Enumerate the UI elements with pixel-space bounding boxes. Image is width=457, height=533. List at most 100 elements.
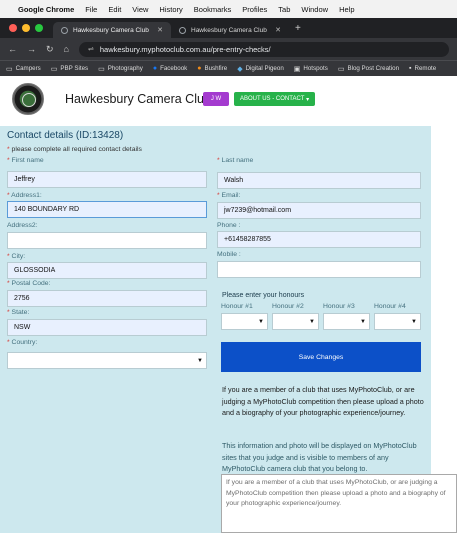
chevron-down-icon: ▼: [258, 319, 264, 325]
bookmark-blog-post-creation[interactable]: ▭ Blog Post Creation: [338, 65, 399, 73]
menu-view[interactable]: View: [132, 5, 148, 14]
club-logo-icon[interactable]: [12, 83, 44, 115]
browser-toolbar: ← → ↻ ⌂ ⇌ hawkesbury.myphotoclub.com.au/…: [0, 38, 457, 60]
menu-file[interactable]: File: [85, 5, 97, 14]
last-name-field[interactable]: Walsh: [217, 172, 421, 189]
required-asterisk: *: [7, 146, 10, 153]
first-name-field[interactable]: Jeffrey: [7, 171, 207, 188]
folder-icon: ▭: [50, 65, 58, 73]
bookmark-label: Remote: [414, 65, 437, 72]
address2-field[interactable]: [7, 232, 207, 249]
url-bar[interactable]: ⇌ hawkesbury.myphotoclub.com.au/pre-entr…: [78, 41, 449, 57]
required-asterisk: *: [7, 309, 10, 316]
email-field[interactable]: jw7239@hotmail.com: [217, 202, 421, 219]
chevron-down-icon: ▼: [360, 319, 366, 325]
first-name-label: * First name: [7, 157, 44, 164]
bookmark-label: Blog Post Creation: [347, 65, 400, 72]
menu-profiles[interactable]: Profiles: [242, 5, 267, 14]
bookmark-pbp-sites[interactable]: ▭ PBP Sites: [51, 65, 88, 73]
address1-label-text: Address1:: [11, 192, 42, 199]
menu-bookmarks[interactable]: Bookmarks: [194, 5, 232, 14]
bookmark-bushfire[interactable]: ● Bushfire: [197, 65, 227, 72]
form-hint: * please complete all required contact d…: [7, 146, 142, 153]
info-paragraph-upload: If you are a member of a club that uses …: [222, 385, 424, 417]
remote-icon: ▪: [409, 65, 412, 72]
required-asterisk: *: [7, 253, 10, 260]
country-label-text: Country:: [11, 339, 38, 346]
facebook-icon: ●: [152, 65, 158, 72]
honour-4-label: Honour #4: [374, 303, 406, 310]
required-asterisk: *: [7, 192, 10, 199]
info-paragraph-visibility: This information and photo will be displ…: [222, 441, 417, 473]
bushfire-icon: ●: [197, 65, 202, 72]
minimize-window-icon[interactable]: [22, 24, 30, 32]
hotspots-icon: ▣: [293, 65, 301, 73]
required-asterisk: *: [217, 192, 220, 199]
required-asterisk: *: [7, 339, 10, 346]
bookmark-label: Facebook: [160, 65, 188, 72]
bookmark-photography[interactable]: ▭ Photography: [98, 65, 143, 73]
address1-field[interactable]: 140 BOUNDARY RD: [7, 201, 207, 218]
site-title: Hawkesbury Camera Club: [65, 92, 211, 106]
reload-icon[interactable]: ↻: [46, 44, 54, 55]
city-field[interactable]: GLOSSODIA: [7, 262, 207, 279]
email-label-text: Email:: [221, 192, 241, 199]
menu-history[interactable]: History: [159, 5, 182, 14]
macos-menubar: Google Chrome File Edit View History Boo…: [0, 0, 457, 18]
bookmark-hotspots[interactable]: ▣ Hotspots: [294, 65, 328, 73]
menu-tab[interactable]: Tab: [278, 5, 290, 14]
site-info-icon[interactable]: ⇌: [88, 45, 94, 53]
tab-label: Hawkesbury Camera Club: [191, 26, 267, 34]
new-tab-plus-icon[interactable]: +: [295, 23, 301, 34]
bookmark-label: Digital Pigeon: [245, 65, 284, 72]
state-field[interactable]: NSW: [7, 319, 207, 336]
menu-app-name[interactable]: Google Chrome: [18, 5, 74, 14]
bookmark-label: PBP Sites: [60, 65, 89, 72]
chevron-down-icon: ▼: [411, 319, 417, 325]
close-window-icon[interactable]: [9, 24, 17, 32]
mobile-label: Mobile :: [217, 251, 241, 258]
state-label-text: State:: [11, 309, 30, 316]
save-changes-button[interactable]: Save Changes: [221, 342, 421, 372]
tab-hawkesbury-2[interactable]: Hawkesbury Camera Club ✕: [171, 22, 289, 38]
menu-help[interactable]: Help: [339, 5, 354, 14]
state-label: * State:: [7, 309, 29, 316]
required-asterisk: *: [217, 157, 220, 164]
home-icon[interactable]: ⌂: [64, 44, 69, 54]
biography-textarea[interactable]: If you are a member of a club that uses …: [221, 474, 457, 533]
zoom-window-icon[interactable]: [35, 24, 43, 32]
back-arrow-icon[interactable]: ←: [8, 44, 17, 54]
country-label: * Country:: [7, 339, 37, 346]
last-name-label: * Last name: [217, 157, 253, 164]
window-controls: [9, 24, 43, 32]
tab-close-icon[interactable]: ✕: [157, 26, 163, 34]
tab-hawkesbury-1[interactable]: Hawkesbury Camera Club ✕: [53, 22, 171, 38]
mobile-field[interactable]: [217, 261, 421, 278]
postal-code-label-text: Postal Code:: [11, 280, 51, 287]
phone-field[interactable]: +61458287855: [217, 231, 421, 248]
url-text: hawkesbury.myphotoclub.com.au/pre-entry-…: [99, 44, 271, 54]
menu-edit[interactable]: Edit: [108, 5, 121, 14]
user-badge[interactable]: J W: [203, 92, 229, 106]
bookmark-facebook[interactable]: ● Facebook: [153, 65, 187, 72]
bookmark-digital-pigeon[interactable]: ◆ Digital Pigeon: [237, 65, 284, 73]
honour-2-select[interactable]: ▼: [272, 313, 319, 330]
menu-window[interactable]: Window: [301, 5, 328, 14]
first-name-label-text: First name: [11, 157, 44, 164]
honour-4-select[interactable]: ▼: [374, 313, 421, 330]
honour-3-select[interactable]: ▼: [323, 313, 370, 330]
bookmark-remote[interactable]: ▪ Remote: [409, 65, 436, 72]
postal-code-field[interactable]: 2756: [7, 290, 207, 307]
bookmark-label: Bushfire: [204, 65, 228, 72]
bookmark-campers[interactable]: ▭ Campers: [6, 65, 41, 73]
honour-1-label: Honour #1: [221, 303, 253, 310]
tab-favicon-icon: [61, 26, 68, 34]
about-contact-button[interactable]: ABOUT US - CONTACT ▾: [234, 92, 316, 106]
honour-1-select[interactable]: ▼: [221, 313, 268, 330]
folder-icon: ▭: [6, 65, 13, 73]
country-select[interactable]: ▼: [7, 352, 207, 369]
forward-arrow-icon[interactable]: →: [27, 44, 36, 54]
tab-close-icon[interactable]: ✕: [275, 26, 281, 34]
city-label-text: City:: [11, 253, 26, 260]
city-label: * City:: [7, 253, 25, 260]
